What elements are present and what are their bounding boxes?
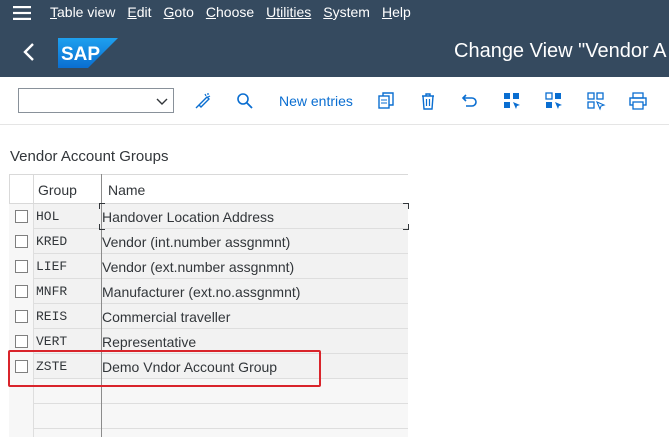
row-selector[interactable] (9, 254, 34, 279)
row-selector[interactable] (9, 229, 34, 254)
menu-mnemonic: T (50, 4, 57, 20)
cell-name: Vendor (ext.number assgnmnt) (102, 259, 295, 275)
row-selector[interactable] (9, 204, 34, 229)
hamburger-menu-icon[interactable] (0, 0, 44, 25)
deselect-all-icon[interactable] (586, 91, 606, 111)
menu-mnemonic: S (323, 4, 333, 20)
shell-header: SAP Change View "Vendor A (0, 25, 669, 77)
row-selector[interactable] (9, 279, 34, 304)
row-selector[interactable] (9, 354, 34, 379)
menu-label: able view (57, 4, 116, 20)
menu-choose[interactable]: Choose (200, 0, 260, 25)
row-selector[interactable] (9, 304, 34, 329)
menu-label: Utilities (266, 4, 312, 20)
section-title: Vendor Account Groups (10, 148, 169, 165)
table-row[interactable]: VERT Representative (9, 329, 408, 354)
menu-mnemonic: H (381, 4, 393, 20)
cell-name: Handover Location Address (102, 209, 274, 225)
new-entries-button[interactable]: New entries (279, 93, 353, 109)
table-row[interactable]: MNFR Manufacturer (ext.no.assgnmnt) (9, 279, 408, 304)
row-checkbox[interactable] (15, 335, 28, 348)
empty-table-row (9, 379, 408, 404)
sap-logo: SAP (58, 38, 118, 68)
cell-group: LIEF (36, 259, 68, 274)
cell-name: Commercial traveller (102, 309, 231, 325)
menu-mnemonic: E (127, 4, 137, 20)
command-field-dropdown[interactable] (18, 88, 174, 113)
page-title: Change View "Vendor A (454, 40, 667, 62)
cell-group: REIS (36, 309, 68, 324)
row-checkbox[interactable] (15, 210, 28, 223)
focus-corner (403, 224, 409, 230)
cell-name: Representative (102, 334, 197, 350)
column-divider[interactable] (101, 174, 102, 437)
row-checkbox[interactable] (15, 310, 28, 323)
menu-system[interactable]: System (317, 0, 376, 25)
menu-bar: Table view Edit Goto Choose Utilities Sy… (0, 0, 669, 25)
table-row[interactable]: REIS Commercial traveller (9, 304, 408, 329)
row-checkbox[interactable] (15, 285, 28, 298)
cell-group: ZSTE (36, 359, 68, 374)
menu-table-view[interactable]: Table view (44, 0, 121, 25)
row-checkbox[interactable] (15, 260, 28, 273)
copy-icon[interactable] (376, 91, 396, 111)
column-header-group[interactable]: Group (38, 182, 77, 198)
cell-group: MNFR (36, 284, 68, 299)
focus-corner (99, 224, 105, 230)
cell-name: Demo Vndor Account Group (102, 359, 278, 375)
cell-group: KRED (36, 234, 68, 249)
table-row[interactable]: KRED Vendor (int.number assgnmnt) (9, 229, 408, 254)
select-block-icon[interactable] (544, 91, 564, 111)
menu-utilities[interactable]: Utilities (260, 0, 317, 25)
back-arrow-icon[interactable] (14, 37, 44, 67)
delete-icon[interactable] (418, 91, 438, 111)
focus-corner (403, 203, 409, 209)
menu-goto[interactable]: Goto (158, 0, 200, 25)
column-header-name[interactable]: Name (108, 182, 145, 198)
sap-logo-text: SAP (61, 44, 100, 65)
menu-mnemonic: G (163, 4, 175, 20)
focus-corner (99, 203, 105, 209)
select-all-icon[interactable] (502, 91, 522, 111)
menu-label: oto (174, 4, 194, 20)
menu-label: ystem (332, 4, 370, 20)
find-icon[interactable] (235, 91, 255, 111)
table-row[interactable]: ZSTE Demo Vndor Account Group (9, 354, 408, 379)
print-icon[interactable] (628, 91, 648, 111)
select-all-column-header[interactable] (9, 174, 34, 204)
table-row[interactable]: LIEF Vendor (ext.number assgnmnt) (9, 254, 408, 279)
cell-name: Vendor (int.number assgnmnt) (102, 234, 291, 250)
menu-label: elp (392, 4, 411, 20)
cell-group: VERT (36, 334, 68, 349)
undo-icon[interactable] (460, 91, 480, 111)
menu-help[interactable]: Help (376, 0, 417, 25)
empty-table-row (9, 404, 408, 429)
empty-table-row (9, 429, 408, 437)
row-selector (9, 429, 34, 437)
row-selector (9, 404, 34, 429)
display-change-icon[interactable] (193, 91, 213, 111)
table-row[interactable]: HOL Handover Location Address (9, 204, 408, 229)
menu-mnemonic: C (205, 4, 216, 20)
row-selector (9, 379, 34, 404)
menu-label: hoose (216, 4, 255, 20)
row-checkbox[interactable] (15, 360, 28, 373)
chevron-down-icon (156, 98, 168, 105)
menu-edit[interactable]: Edit (121, 0, 157, 25)
row-selector[interactable] (9, 329, 34, 354)
menu-label: dit (136, 4, 152, 20)
cell-group: HOL (36, 209, 60, 224)
row-checkbox[interactable] (15, 235, 28, 248)
cell-name: Manufacturer (ext.no.assgnmnt) (102, 284, 301, 300)
